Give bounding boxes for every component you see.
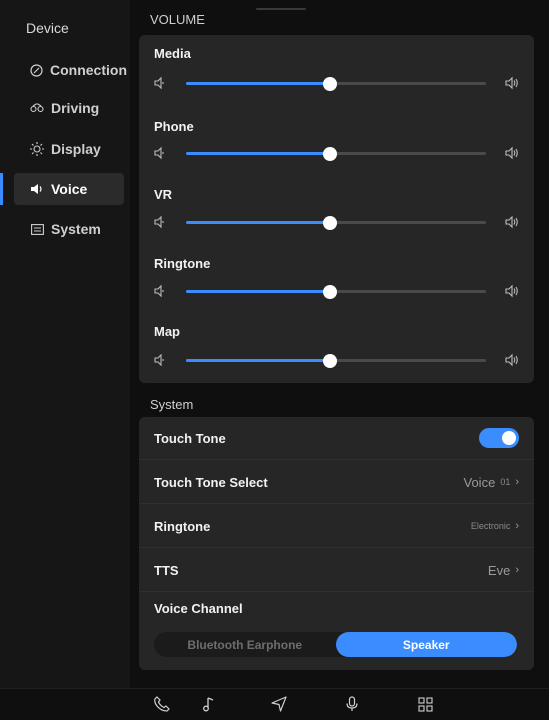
volume-low-icon bbox=[154, 146, 164, 160]
bottom-dock bbox=[0, 688, 549, 720]
system-icon bbox=[30, 222, 44, 236]
sidebar-item-label: Connection bbox=[50, 62, 127, 78]
voice-channel-segmented-control: Bluetooth Earphone Speaker bbox=[154, 632, 517, 657]
touch-tone-select-value-text: Voice bbox=[463, 474, 496, 490]
voice-channel-option-speaker[interactable]: Speaker bbox=[335, 632, 517, 657]
chevron-right-icon: › bbox=[515, 476, 519, 488]
volume-low-icon bbox=[154, 284, 164, 298]
voice-channel-option-bluetooth-earphone[interactable]: Bluetooth Earphone bbox=[154, 632, 336, 657]
toggle-knob bbox=[502, 431, 516, 445]
volume-high-icon bbox=[505, 215, 518, 229]
touch-tone-select-value: Voice 01 › bbox=[464, 475, 520, 490]
slider-track[interactable] bbox=[186, 216, 486, 230]
voice-channel-row: Voice Channel bbox=[139, 593, 534, 623]
sidebar-title: Device bbox=[26, 20, 69, 36]
volume-panel: Media Phone VR Ringtone Map bbox=[139, 35, 534, 383]
apps-grid-icon[interactable] bbox=[416, 695, 434, 713]
sidebar-item-system[interactable]: System bbox=[14, 213, 124, 245]
volume-high-icon bbox=[505, 353, 518, 367]
sidebar-item-display[interactable]: Display bbox=[14, 133, 124, 165]
ringtone-label: Ringtone bbox=[154, 518, 211, 534]
ringtone-row[interactable]: Ringtone Electronic › bbox=[139, 505, 534, 548]
slider-track[interactable] bbox=[186, 147, 486, 161]
connection-icon bbox=[30, 63, 43, 77]
volume-high-icon bbox=[505, 146, 518, 160]
slider-thumb[interactable] bbox=[323, 354, 337, 368]
sidebar-item-driving[interactable]: Driving bbox=[14, 92, 124, 124]
navigation-icon[interactable] bbox=[270, 695, 288, 713]
touch-tone-select-value-suffix: 01 bbox=[500, 477, 511, 487]
sidebar-item-label: Display bbox=[51, 141, 101, 157]
volume-low-icon bbox=[154, 353, 164, 367]
display-icon bbox=[30, 142, 44, 156]
tts-value-text: Eve bbox=[487, 562, 511, 578]
sidebar-item-connection[interactable]: Connection bbox=[14, 54, 127, 86]
slider-thumb[interactable] bbox=[323, 147, 337, 161]
volume-low-icon bbox=[154, 215, 164, 229]
sidebar: Device Connection Driving Display Voice bbox=[0, 0, 130, 688]
driving-icon bbox=[30, 101, 44, 115]
voice-settings-screen: Device Connection Driving Display Voice bbox=[0, 0, 549, 720]
touch-tone-label: Touch Tone bbox=[154, 430, 226, 446]
media-volume-slider[interactable] bbox=[154, 76, 519, 91]
touch-tone-select-row[interactable]: Touch Tone Select Voice 01 › bbox=[139, 461, 534, 504]
slider-track[interactable] bbox=[186, 354, 486, 368]
volume-high-icon bbox=[505, 76, 518, 90]
slider-track[interactable] bbox=[186, 285, 486, 299]
chevron-right-icon: › bbox=[515, 520, 519, 532]
ringtone-value-text: Electronic bbox=[470, 521, 511, 531]
slider-fill bbox=[186, 359, 330, 362]
touch-tone-row: Touch Tone bbox=[139, 417, 534, 460]
system-section-title: System bbox=[150, 397, 194, 412]
slider-fill bbox=[186, 152, 330, 155]
tts-value: Eve › bbox=[488, 563, 519, 578]
sidebar-item-label: System bbox=[51, 221, 101, 237]
slider-thumb[interactable] bbox=[323, 216, 337, 230]
system-panel: Touch Tone Touch Tone Select Voice 01 › … bbox=[139, 417, 534, 670]
ringtone-volume-label: Ringtone bbox=[154, 256, 211, 271]
phone-icon[interactable] bbox=[153, 695, 171, 713]
sidebar-item-label: Voice bbox=[51, 181, 88, 197]
vr-volume-slider[interactable] bbox=[154, 215, 519, 230]
slider-thumb[interactable] bbox=[323, 285, 337, 299]
voice-channel-label: Voice Channel bbox=[154, 600, 243, 616]
ringtone-value: Electronic › bbox=[471, 520, 519, 532]
slider-fill bbox=[186, 290, 330, 293]
sidebar-item-voice[interactable]: Voice bbox=[0, 173, 124, 205]
slider-thumb[interactable] bbox=[323, 77, 337, 91]
touch-tone-select-label: Touch Tone Select bbox=[154, 474, 268, 490]
slider-fill bbox=[186, 82, 330, 85]
sidebar-item-label: Driving bbox=[51, 100, 100, 116]
phone-volume-slider[interactable] bbox=[154, 146, 519, 161]
volume-low-icon bbox=[154, 76, 164, 90]
slider-track[interactable] bbox=[186, 77, 486, 91]
voice-icon bbox=[30, 182, 44, 196]
music-icon[interactable] bbox=[200, 695, 218, 713]
tts-label: TTS bbox=[154, 562, 179, 578]
ringtone-volume-slider[interactable] bbox=[154, 284, 519, 299]
drag-handle[interactable] bbox=[256, 8, 306, 10]
volume-high-icon bbox=[505, 284, 518, 298]
touch-tone-toggle[interactable] bbox=[479, 428, 519, 448]
media-volume-label: Media bbox=[154, 46, 191, 61]
microphone-icon[interactable] bbox=[343, 695, 361, 713]
slider-fill bbox=[186, 221, 330, 224]
chevron-right-icon: › bbox=[515, 564, 519, 576]
volume-section-title: VOLUME bbox=[150, 12, 205, 27]
tts-row[interactable]: TTS Eve › bbox=[139, 549, 534, 592]
map-volume-label: Map bbox=[154, 324, 180, 339]
phone-volume-label: Phone bbox=[154, 119, 194, 134]
vr-volume-label: VR bbox=[154, 187, 173, 202]
map-volume-slider[interactable] bbox=[154, 353, 519, 368]
